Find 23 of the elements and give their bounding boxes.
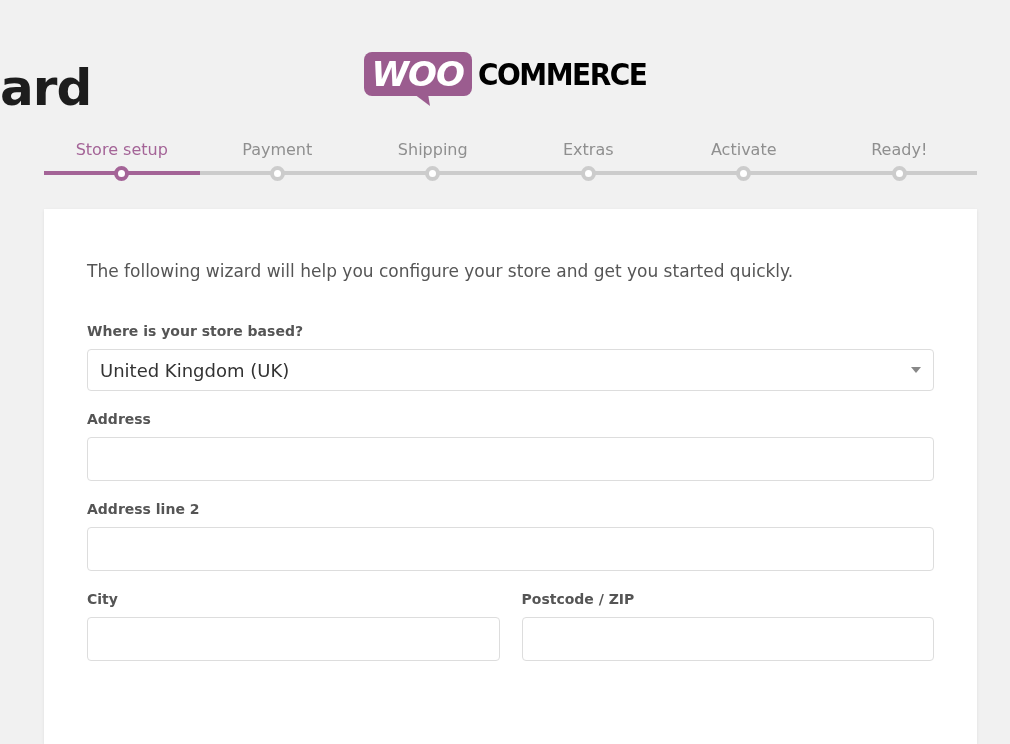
page-heading: ard [0,58,92,117]
field-label: Postcode / ZIP [521,591,636,607]
input-field[interactable] [87,617,500,661]
field-label: Where is your store based? [87,323,305,339]
step-label[interactable]: Shipping [397,140,468,159]
field-label: Address [87,411,152,427]
speech-tail-icon [413,94,430,106]
input-field[interactable] [87,527,934,571]
intro-text: The following wizard will help you configure your store and get you started quickly. [87,261,795,281]
field-label: Address line 2 [87,501,201,517]
select-value: United Kingdom (UK) [100,359,290,381]
country-select[interactable]: United Kingdom (UK) [87,349,934,391]
step-label[interactable]: Ready! [871,140,928,159]
logo-wordmark: COMMERCE [477,55,647,93]
caret-icon [911,367,921,373]
step-label[interactable]: Extras [562,140,614,159]
step-label[interactable]: Activate [710,140,777,159]
field-label: City [87,591,119,607]
step-label[interactable]: Store setup [75,140,168,159]
input-field[interactable] [87,437,934,481]
logo-badge: WOO [363,52,472,96]
input-field[interactable] [521,617,934,661]
step-label[interactable]: Payment [242,140,313,159]
